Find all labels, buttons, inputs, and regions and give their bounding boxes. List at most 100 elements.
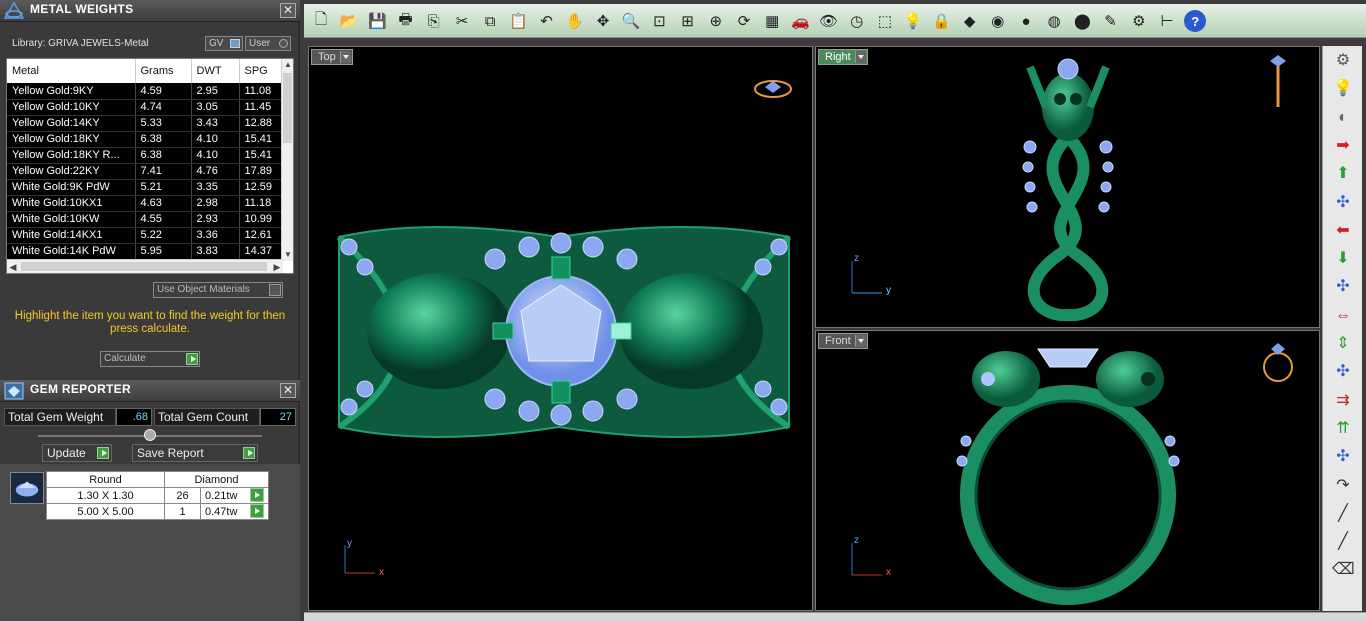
lightbulb-icon[interactable]: 💡 xyxy=(1332,78,1354,100)
snap-icon[interactable]: ⬚ xyxy=(874,10,896,32)
close-gem-panel-button[interactable]: ✕ xyxy=(280,383,296,398)
gem-size: 1.30 X 1.30 xyxy=(46,487,165,504)
axis-move-down-icon[interactable]: ✣ xyxy=(1332,276,1354,298)
export-icon[interactable]: ⎘ xyxy=(423,10,445,32)
paste-icon[interactable]: 📋 xyxy=(507,10,529,32)
lightbulb-icon[interactable]: 💡 xyxy=(902,10,924,32)
car-icon[interactable]: 🚗 xyxy=(789,10,811,32)
clock-icon[interactable]: ◷ xyxy=(846,10,868,32)
layers-icon[interactable]: ◆ xyxy=(959,10,981,32)
zoom-extents-icon[interactable]: ⊞ xyxy=(677,10,699,32)
column-header-dwt[interactable]: DWT xyxy=(191,59,240,83)
scroll-left-icon[interactable]: ◀ xyxy=(7,260,19,273)
spg-cell: 12.59 xyxy=(239,179,284,196)
gem-row[interactable]: 5.00 X 5.00 1 0.47tw xyxy=(46,503,269,520)
scroll-down-icon[interactable]: ▼ xyxy=(282,249,293,261)
eye-icon[interactable]: 👁 xyxy=(818,10,840,32)
print-icon[interactable]: 🖶 xyxy=(395,10,417,32)
line-tool-2-icon[interactable]: ╱ xyxy=(1332,531,1354,553)
calculate-label: Calculate xyxy=(104,353,146,364)
gv-checkbox-icon xyxy=(230,39,240,48)
pan-hand-icon[interactable]: ✋ xyxy=(564,10,586,32)
metal-table-row[interactable]: Yellow Gold:14KY 5.33 3.43 12.88 xyxy=(7,115,284,132)
metal-table-row[interactable]: White Gold:14KX1 5.22 3.36 12.61 xyxy=(7,227,284,244)
metal-table-row[interactable]: Yellow Gold:10KY 4.74 3.05 11.45 xyxy=(7,99,284,116)
metal-table-row[interactable]: White Gold:9K PdW 5.21 3.35 12.59 xyxy=(7,179,284,196)
color-wheel-icon[interactable]: ◉ xyxy=(987,10,1009,32)
scroll-right-icon[interactable]: ▶ xyxy=(271,260,283,273)
new-icon[interactable]: 🗋 xyxy=(310,10,332,32)
metal-table-row[interactable]: Yellow Gold:9KY 4.59 2.95 11.08 xyxy=(7,83,284,100)
four-view-icon[interactable]: ▦ xyxy=(761,10,783,32)
column-header-grams[interactable]: Grams xyxy=(135,59,192,83)
gem-table-header: Round Diamond xyxy=(46,471,269,488)
metal-table-vertical-scrollbar[interactable]: ▲ ▼ xyxy=(281,59,293,261)
rotate-view-icon[interactable]: ⟳ xyxy=(733,10,755,32)
copy-icon[interactable]: ⧉ xyxy=(479,10,501,32)
user-toggle[interactable]: User xyxy=(245,36,291,51)
arrows-in-icon[interactable]: ⇉ xyxy=(1332,390,1354,412)
help-icon[interactable]: ? xyxy=(1184,10,1207,32)
column-header-spg[interactable]: SPG xyxy=(239,59,284,83)
right-viewport[interactable]: Right z y xyxy=(815,46,1320,328)
zoom-window-icon[interactable]: ⊡ xyxy=(648,10,670,32)
axis-vertical-icon[interactable]: ✣ xyxy=(1332,361,1354,383)
zoom-in-icon[interactable]: 🔍 xyxy=(620,10,642,32)
arrow-left-icon[interactable]: ⬅ xyxy=(1332,220,1354,242)
arrow-right-icon[interactable]: ➡ xyxy=(1332,135,1354,157)
gem-row-go-button[interactable] xyxy=(250,488,264,502)
column-header-metal[interactable]: Metal xyxy=(7,59,136,83)
undo-icon[interactable]: ↶ xyxy=(536,10,558,32)
arrow-up-icon[interactable]: ⬆ xyxy=(1332,163,1354,185)
save-icon[interactable]: 💾 xyxy=(366,10,388,32)
open-icon[interactable]: 📂 xyxy=(338,10,360,32)
gem-shape-header: Round xyxy=(46,471,165,488)
metal-table-row[interactable]: White Gold:10KW 4.55 2.93 10.99 xyxy=(7,211,284,228)
metal-table-row[interactable]: White Gold:10KX1 4.63 2.98 11.18 xyxy=(7,195,284,212)
arrows-stack-icon[interactable]: ⇈ xyxy=(1332,418,1354,440)
scroll-thumb[interactable] xyxy=(283,73,292,143)
front-viewport[interactable]: Front z x xyxy=(815,330,1320,611)
metal-table-row[interactable]: White Gold:14K PdW 5.95 3.83 14.37 xyxy=(7,243,284,260)
close-metal-panel-button[interactable]: ✕ xyxy=(280,3,296,18)
line-tool-icon[interactable]: ╱ xyxy=(1332,503,1354,525)
dwt-cell: 4.10 xyxy=(191,131,240,148)
metal-table-horizontal-scrollbar[interactable]: ◀ ▶ xyxy=(7,259,283,273)
update-button[interactable]: Update xyxy=(42,444,112,462)
arrow-down-icon[interactable]: ⬇ xyxy=(1332,248,1354,270)
scroll-thumb-horizontal[interactable] xyxy=(21,262,267,271)
settings-dots-icon[interactable]: ⚙ xyxy=(1332,50,1354,72)
metal-table-row[interactable]: Yellow Gold:18KY 6.38 4.10 15.41 xyxy=(7,131,284,148)
calculate-button[interactable]: Calculate xyxy=(100,351,200,367)
gv-toggle[interactable]: GV xyxy=(205,36,243,51)
eraser-icon[interactable]: ⌫ xyxy=(1332,559,1355,581)
cut-icon[interactable]: ✂ xyxy=(451,10,473,32)
dwt-cell: 3.83 xyxy=(191,243,240,260)
use-object-materials-button[interactable]: Use Object Materials xyxy=(153,282,283,298)
sphere-shaded-icon[interactable]: ● xyxy=(1015,10,1037,32)
axis-move-icon[interactable]: ✣ xyxy=(1332,192,1354,214)
gem-row[interactable]: 1.30 X 1.30 26 0.21tw xyxy=(46,487,269,504)
dimension-icon[interactable]: ⊢ xyxy=(1156,10,1178,32)
sphere-icon[interactable]: ◐ xyxy=(1332,107,1354,129)
metal-name-cell: Yellow Gold:10KY xyxy=(7,99,136,116)
metal-table-row[interactable]: Yellow Gold:18KY R... 6.38 4.10 15.41 xyxy=(7,147,284,164)
axis-blue-icon[interactable]: ✣ xyxy=(1332,446,1354,468)
sphere-blue-icon[interactable]: ⬤ xyxy=(1071,10,1093,32)
move-icon[interactable]: ✥ xyxy=(592,10,614,32)
gem-row-go-button[interactable] xyxy=(250,504,264,518)
grams-cell: 4.74 xyxy=(135,99,192,116)
double-arrow-horizontal-icon[interactable]: ⇔ xyxy=(1332,305,1354,327)
lock-icon[interactable]: 🔒 xyxy=(930,10,952,32)
gear-icon[interactable]: ⚙ xyxy=(1128,10,1150,32)
save-report-button[interactable]: Save Report xyxy=(132,444,258,462)
gem-slider-handle[interactable] xyxy=(144,429,156,441)
pencil-icon[interactable]: ✎ xyxy=(1100,10,1122,32)
zoom-selected-icon[interactable]: ⊕ xyxy=(705,10,727,32)
metal-table-row[interactable]: Yellow Gold:22KY 7.41 4.76 17.89 xyxy=(7,163,284,180)
double-arrow-vertical-icon[interactable]: ⇕ xyxy=(1332,333,1354,355)
sphere-render-icon[interactable]: ◍ xyxy=(1043,10,1065,32)
top-viewport[interactable]: Top y x xyxy=(308,46,813,611)
curve-tool-icon[interactable]: ↷ xyxy=(1332,475,1354,497)
scroll-up-icon[interactable]: ▲ xyxy=(282,59,293,71)
